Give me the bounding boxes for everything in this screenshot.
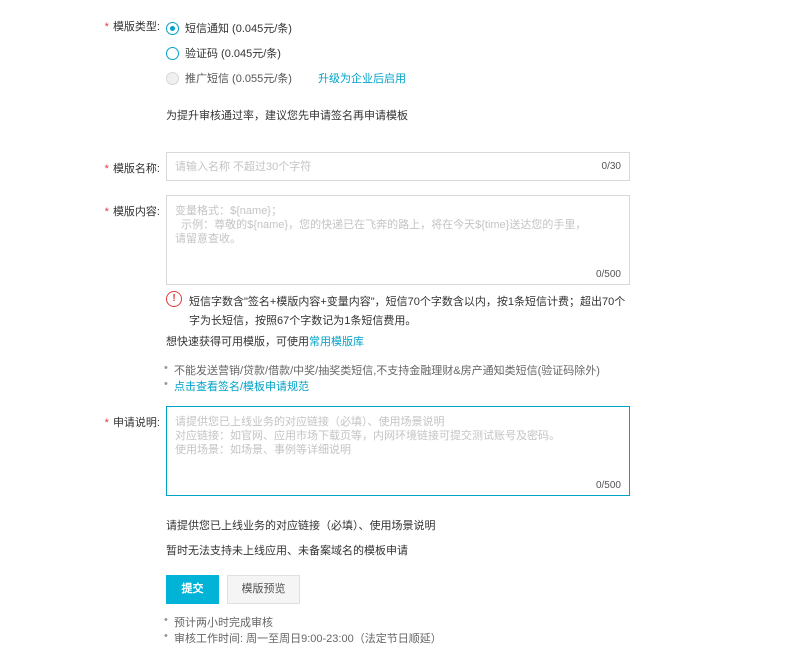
application-placeholder-line2: 对应链接：如官网、应用市场下载页等，内网环境链接可提交测试账号及密码。 [175, 430, 560, 442]
template-name-counter: 0/30 [601, 161, 621, 172]
radio-sms-notice-label: 短信通知 (0.045元/条) [185, 23, 292, 35]
application-hint-2: 暂时无法支持未上线应用、未备案域名的模板申请 [166, 545, 408, 557]
warning-icon: ! [166, 291, 182, 307]
template-type-label: * 模版类型: [100, 18, 160, 34]
upgrade-to-enterprise-link[interactable]: 升级为企业后启用 [318, 70, 406, 86]
template-name-label: * 模版名称: [100, 160, 160, 176]
common-template-library-link[interactable]: 常用模版库 [309, 336, 364, 348]
footer-note-working-hours: 审核工作时间: 周一至周日9:00-23:00（法定节日顺延） [164, 630, 442, 646]
submit-button[interactable]: 提交 [166, 575, 219, 604]
template-name-label-text: 模版名称: [112, 163, 160, 175]
template-name-placeholder: 请输入名称 不超过30个字符 [175, 161, 312, 173]
application-desc-textarea[interactable]: 请提供您已上线业务的对应链接（必填）、使用场景说明 对应链接：如官网、应用市场下… [166, 406, 630, 496]
required-asterisk: * [104, 206, 109, 218]
quick-template-prefix: 想快速获得可用模版，可使用 [166, 336, 309, 348]
quick-template-hint: 想快速获得可用模版，可使用常用模版库 [166, 333, 364, 349]
template-content-textarea[interactable]: 变量格式：${name}； 示例：尊敬的${name}，您的快递已在飞奔的路上，… [166, 195, 630, 285]
radio-button-icon[interactable] [166, 46, 179, 60]
radio-sms-notice[interactable]: 短信通知 (0.045元/条) [166, 20, 292, 36]
template-type-hint: 为提升审核通过率，建议您先申请签名再申请模板 [166, 110, 408, 122]
application-desc-label-text: 申请说明: [112, 417, 160, 429]
radio-promotion-sms: 推广短信 (0.055元/条) 升级为企业后启用 [166, 70, 406, 86]
content-rule-item: 不能发送营销/贷款/借款/中奖/抽奖类短信,不支持金融理财&房产通知类短信(验证… [164, 362, 600, 378]
radio-button-disabled-icon [166, 71, 179, 85]
radio-verification-code[interactable]: 验证码 (0.045元/条) [166, 45, 281, 61]
view-signature-rules-link[interactable]: 点击查看签名/模板申请规范 [164, 378, 309, 394]
required-asterisk: * [104, 163, 109, 175]
required-asterisk: * [104, 21, 109, 33]
footer-note-review-time: 预计两小时完成审核 [164, 614, 273, 630]
template-content-label-text: 模版内容: [112, 206, 160, 218]
template-content-placeholder-line3: 请留意查收。 [175, 233, 241, 245]
radio-promotion-sms-label: 推广短信 (0.055元/条) [185, 73, 292, 85]
required-asterisk: * [104, 417, 109, 429]
template-content-placeholder-line2: 示例：尊敬的${name}，您的快递已在飞奔的路上，将在今天${time}送达您… [175, 219, 587, 231]
application-placeholder-line1: 请提供您已上线业务的对应链接（必填）、使用场景说明 [175, 416, 445, 428]
template-content-placeholder-line1: 变量格式：${name}； [175, 205, 282, 217]
template-preview-button[interactable]: 模版预览 [227, 575, 300, 604]
radio-button-checked-icon[interactable] [166, 21, 179, 35]
sms-billing-warning-line2: 字为长短信，按照67个字数记为1条短信费用。 [189, 315, 417, 327]
application-desc-counter: 0/500 [595, 480, 621, 491]
template-name-input[interactable]: 请输入名称 不超过30个字符 0/30 [166, 152, 630, 181]
sms-billing-warning-line1: 短信字数含"签名+模版内容+变量内容"，短信70个字数含以内，按1条短信计费；超… [189, 296, 626, 308]
template-type-label-text: 模版类型: [112, 21, 160, 33]
application-placeholder-line3: 使用场景：如场景、事例等详细说明 [175, 444, 351, 456]
radio-verification-code-label: 验证码 (0.045元/条) [185, 48, 281, 60]
application-desc-label: * 申请说明: [100, 414, 160, 430]
template-content-counter: 0/500 [595, 269, 621, 280]
template-content-label: * 模版内容: [100, 203, 160, 219]
application-hint-1: 请提供您已上线业务的对应链接（必填）、使用场景说明 [166, 520, 436, 532]
